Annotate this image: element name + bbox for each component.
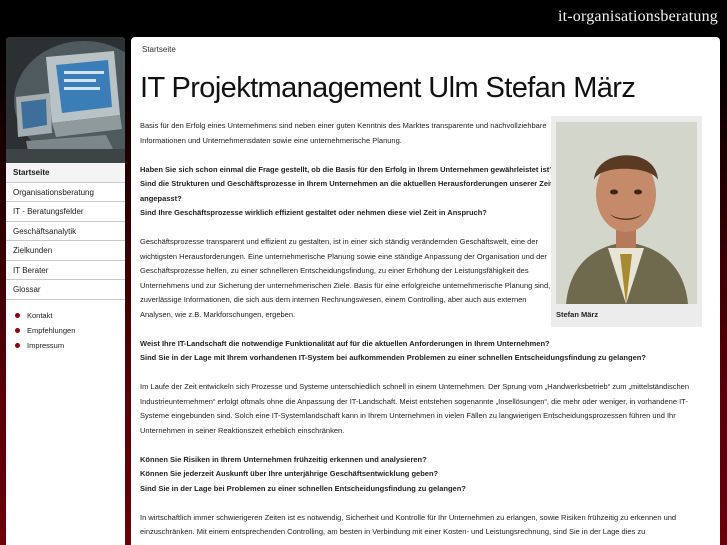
- subnav-label: Kontakt: [27, 310, 53, 320]
- portrait-photo: [556, 122, 697, 304]
- question-text: Können Sie Risiken in Ihrem Unternehmen …: [140, 454, 427, 464]
- nav-item-startseite[interactable]: Startseite: [6, 163, 125, 183]
- subnav-item-empfehlungen[interactable]: Empfehlungen: [6, 323, 125, 338]
- body-paragraph: In wirtschaftlich immer schwierigeren Ze…: [140, 512, 677, 537]
- intro-paragraph: Basis für den Erfolg eines Unternehmens …: [140, 121, 547, 145]
- bullet-icon: [15, 312, 20, 318]
- question-text: Weist Ihre IT-Landschaft die notwendige …: [140, 338, 550, 348]
- nav-item-glossar[interactable]: Glossar: [6, 280, 125, 300]
- body-paragraph: Im Laufe der Zeit entwickeln sich Prozes…: [140, 382, 689, 435]
- portrait-figure: Stefan März: [551, 116, 702, 327]
- main-nav: Startseite Organisationsberatung IT - Be…: [6, 163, 125, 300]
- portrait-illustration: [556, 122, 697, 304]
- question-text: Sind Sie in der Lage bei Problemen zu ei…: [140, 483, 466, 493]
- portrait-caption: Stefan März: [556, 310, 599, 319]
- question-block-3: Können Sie Risiken in Ihrem Unternehmen …: [140, 453, 713, 497]
- nav-item-zielkunden[interactable]: Zielkunden: [6, 241, 125, 261]
- subnav-label: Empfehlungen: [27, 325, 76, 335]
- nav-item-it-beratungsfelder[interactable]: IT - Beratungsfelder: [6, 202, 125, 222]
- computer-illustration: [6, 37, 125, 163]
- question-text: Sind die Strukturen und Geschäftsprozess…: [140, 179, 553, 203]
- article-body: Stefan März Basis für den Erfolg eines U…: [140, 116, 713, 540]
- page-title: IT Projektmanagement Ulm Stefan März: [140, 72, 636, 104]
- secondary-nav: Kontakt Empfehlungen Impressum: [6, 300, 125, 353]
- site-brand[interactable]: it-organisationsberatung: [558, 8, 718, 26]
- subnav-item-impressum[interactable]: Impressum: [6, 338, 125, 353]
- nav-item-geschaeftsanalytik[interactable]: Geschäftsanalytik: [6, 221, 125, 241]
- question-block-2: Weist Ihre IT-Landschaft die notwendige …: [140, 337, 713, 366]
- bullet-icon: [15, 327, 20, 333]
- question-text: Können Sie jederzeit Auskunft über Ihre …: [140, 469, 439, 478]
- question-text: Haben Sie sich schon einmal die Frage ge…: [140, 164, 554, 174]
- question-text: Sind Ihre Geschäftsprozesse wirklich eff…: [140, 208, 487, 217]
- main-content: Startseite IT Projektmanagement Ulm Stef…: [131, 37, 720, 545]
- sidebar: Startseite Organisationsberatung IT - Be…: [6, 37, 125, 545]
- question-text: Sind Sie in der Lage mit Ihrem vorhanden…: [140, 353, 646, 362]
- body-paragraph: Geschäftsprozesse transparent und effizi…: [140, 237, 551, 319]
- nav-item-it-berater[interactable]: IT Berater: [6, 260, 125, 280]
- nav-item-organisationsberatung[interactable]: Organisationsberatung: [6, 182, 125, 202]
- hero-image-computer: [6, 37, 125, 163]
- subnav-item-kontakt[interactable]: Kontakt: [6, 308, 125, 323]
- question-block-1: Haben Sie sich schon einmal die Frage ge…: [140, 163, 555, 221]
- subnav-label: Impressum: [27, 340, 65, 350]
- breadcrumb[interactable]: Startseite: [140, 45, 710, 54]
- bullet-icon: [15, 342, 20, 348]
